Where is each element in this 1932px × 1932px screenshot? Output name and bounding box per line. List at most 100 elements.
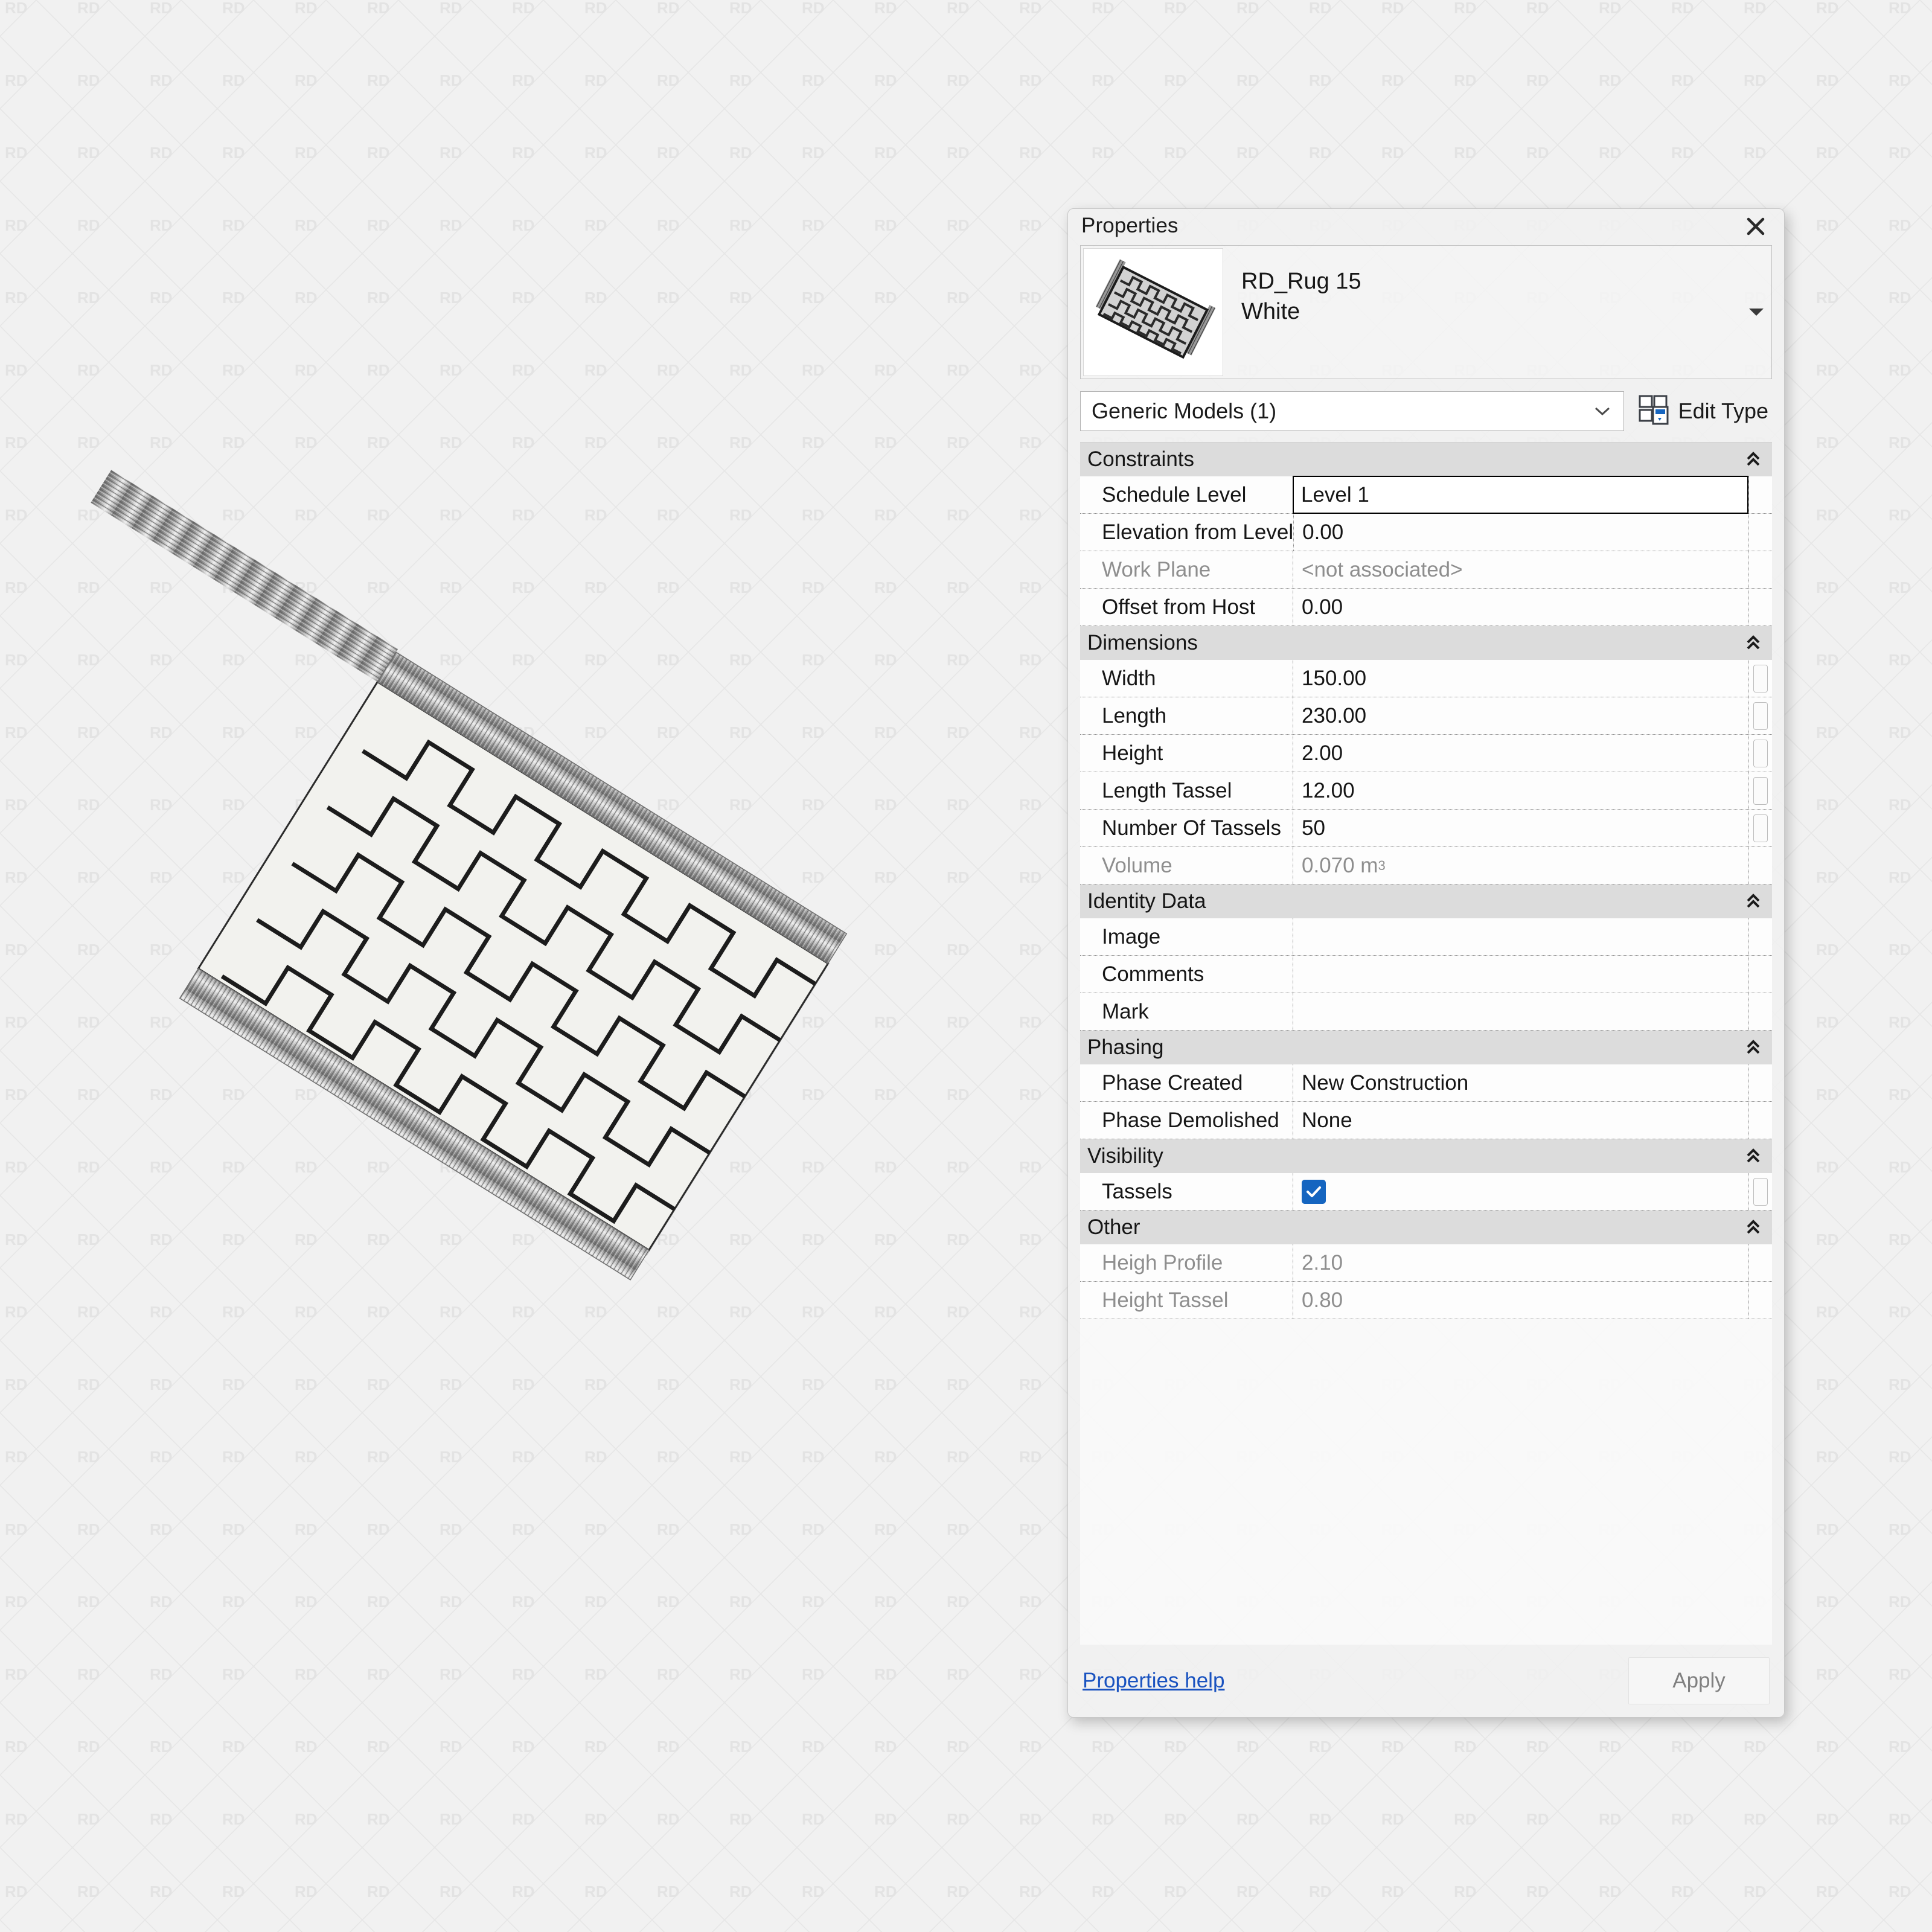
- property-row-gutter: [1748, 1244, 1772, 1281]
- property-row[interactable]: Length230.00: [1080, 697, 1772, 735]
- edit-type-button[interactable]: Edit Type: [1637, 394, 1772, 429]
- rug-graphic: [91, 694, 936, 1238]
- rug-model-view[interactable]: [91, 694, 936, 1238]
- property-checkbox-cell[interactable]: [1293, 1173, 1748, 1210]
- property-row-gutter: [1748, 1102, 1772, 1139]
- property-value[interactable]: New Construction: [1293, 1064, 1748, 1101]
- property-row[interactable]: Schedule LevelLevel 1: [1080, 476, 1772, 514]
- property-value[interactable]: 2.10: [1293, 1244, 1748, 1281]
- property-row-gutter: [1748, 918, 1772, 955]
- property-name: Work Plane: [1080, 551, 1293, 588]
- property-row[interactable]: Length Tassel12.00: [1080, 772, 1772, 810]
- property-row[interactable]: Phase DemolishedNone: [1080, 1102, 1772, 1139]
- property-row[interactable]: Tassels: [1080, 1173, 1772, 1211]
- property-row[interactable]: Elevation from Level0.00: [1080, 514, 1772, 551]
- double-chevron-up-icon[interactable]: [1744, 634, 1762, 652]
- property-row[interactable]: Offset from Host0.00: [1080, 589, 1772, 626]
- properties-grid[interactable]: Constraints Schedule LevelLevel 1Elevatio…: [1080, 442, 1772, 1645]
- property-value[interactable]: None: [1293, 1102, 1748, 1139]
- property-value[interactable]: 0.00: [1293, 514, 1748, 551]
- checkbox-tassels[interactable]: [1302, 1180, 1326, 1204]
- property-row[interactable]: Work Plane<not associated>: [1080, 551, 1772, 589]
- associate-parameter-button[interactable]: [1748, 697, 1772, 734]
- property-value[interactable]: <not associated>: [1293, 551, 1748, 588]
- type-selector-row: Generic Models (1) Edit Type: [1080, 390, 1772, 432]
- property-row[interactable]: Volume0.070 m3: [1080, 847, 1772, 884]
- double-chevron-up-icon[interactable]: [1744, 450, 1762, 469]
- property-value[interactable]: [1293, 993, 1748, 1030]
- associate-parameter-button[interactable]: [1748, 660, 1772, 697]
- property-name: Height Tassel: [1080, 1282, 1293, 1319]
- property-value[interactable]: 2.00: [1293, 735, 1748, 772]
- property-name: Number Of Tassels: [1080, 810, 1293, 846]
- apply-button[interactable]: Apply: [1628, 1657, 1770, 1704]
- property-value[interactable]: 150.00: [1293, 660, 1748, 697]
- property-value[interactable]: 0.80: [1293, 1282, 1748, 1319]
- section-header-dimensions[interactable]: Dimensions: [1080, 626, 1772, 660]
- section-title: Dimensions: [1087, 631, 1198, 655]
- property-row[interactable]: Comments: [1080, 956, 1772, 993]
- type-family-label: RD_Rug 15: [1241, 270, 1361, 294]
- property-row[interactable]: Heigh Profile2.10: [1080, 1244, 1772, 1282]
- property-row-gutter: [1748, 476, 1772, 513]
- close-icon[interactable]: [1742, 213, 1770, 240]
- section-header-phasing[interactable]: Phasing: [1080, 1031, 1772, 1064]
- property-value[interactable]: Level 1: [1293, 476, 1748, 514]
- property-name: Mark: [1080, 993, 1293, 1030]
- associate-parameter-button[interactable]: [1748, 1173, 1772, 1210]
- property-row-gutter: [1748, 993, 1772, 1030]
- property-row[interactable]: Image: [1080, 918, 1772, 956]
- property-value[interactable]: 0.070 m3: [1293, 847, 1748, 884]
- property-row-gutter: [1748, 1064, 1772, 1101]
- property-name: Schedule Level: [1080, 476, 1293, 513]
- property-name: Image: [1080, 918, 1293, 955]
- property-value[interactable]: 0.00: [1293, 589, 1748, 625]
- property-value[interactable]: [1293, 956, 1748, 993]
- double-chevron-up-icon[interactable]: [1744, 1147, 1762, 1165]
- property-row[interactable]: Height2.00: [1080, 735, 1772, 772]
- associate-parameter-button[interactable]: [1748, 772, 1772, 809]
- caret-down-icon[interactable]: [1746, 302, 1767, 322]
- properties-help-link[interactable]: Properties help: [1083, 1669, 1224, 1693]
- property-name: Tassels: [1080, 1173, 1293, 1210]
- page-title: Properties: [1081, 214, 1179, 238]
- property-value[interactable]: 12.00: [1293, 772, 1748, 809]
- type-thumbnail: [1083, 248, 1223, 376]
- property-name: Elevation from Level: [1080, 514, 1293, 551]
- associate-parameter-button[interactable]: [1748, 810, 1772, 846]
- property-name: Phase Created: [1080, 1064, 1293, 1101]
- property-row[interactable]: Width150.00: [1080, 660, 1772, 697]
- property-name: Width: [1080, 660, 1293, 697]
- section-title: Constraints: [1087, 447, 1194, 472]
- double-chevron-up-icon[interactable]: [1744, 1038, 1762, 1057]
- property-row[interactable]: Mark: [1080, 993, 1772, 1031]
- section-header-other[interactable]: Other: [1080, 1211, 1772, 1244]
- property-row[interactable]: Phase CreatedNew Construction: [1080, 1064, 1772, 1102]
- double-chevron-up-icon[interactable]: [1744, 892, 1762, 910]
- property-row-gutter: [1748, 1282, 1772, 1319]
- property-row-gutter: [1748, 551, 1772, 588]
- property-name: Phase Demolished: [1080, 1102, 1293, 1139]
- section-header-constraints[interactable]: Constraints: [1080, 443, 1772, 476]
- associate-parameter-button[interactable]: [1748, 735, 1772, 772]
- section-header-identity-data[interactable]: Identity Data: [1080, 884, 1772, 918]
- double-chevron-up-icon[interactable]: [1744, 1218, 1762, 1236]
- property-value[interactable]: 230.00: [1293, 697, 1748, 734]
- property-value[interactable]: [1293, 918, 1748, 955]
- property-row-gutter: [1748, 514, 1772, 551]
- type-name-label: White: [1241, 300, 1361, 324]
- panel-title-bar: Properties: [1068, 209, 1784, 243]
- section-title: Identity Data: [1087, 889, 1206, 913]
- section-header-visibility[interactable]: Visibility: [1080, 1139, 1772, 1173]
- property-row[interactable]: Number Of Tassels50: [1080, 810, 1772, 847]
- property-row[interactable]: Height Tassel0.80: [1080, 1282, 1772, 1319]
- edit-type-label: Edit Type: [1678, 398, 1768, 424]
- property-name: Length: [1080, 697, 1293, 734]
- category-select[interactable]: Generic Models (1): [1080, 391, 1624, 431]
- property-name: Offset from Host: [1080, 589, 1293, 625]
- properties-palette[interactable]: Properties: [1067, 208, 1785, 1718]
- property-row-gutter: [1748, 956, 1772, 993]
- property-name: Length Tassel: [1080, 772, 1293, 809]
- property-value[interactable]: 50: [1293, 810, 1748, 846]
- type-preview-box: RD_Rug 15 White: [1080, 245, 1772, 379]
